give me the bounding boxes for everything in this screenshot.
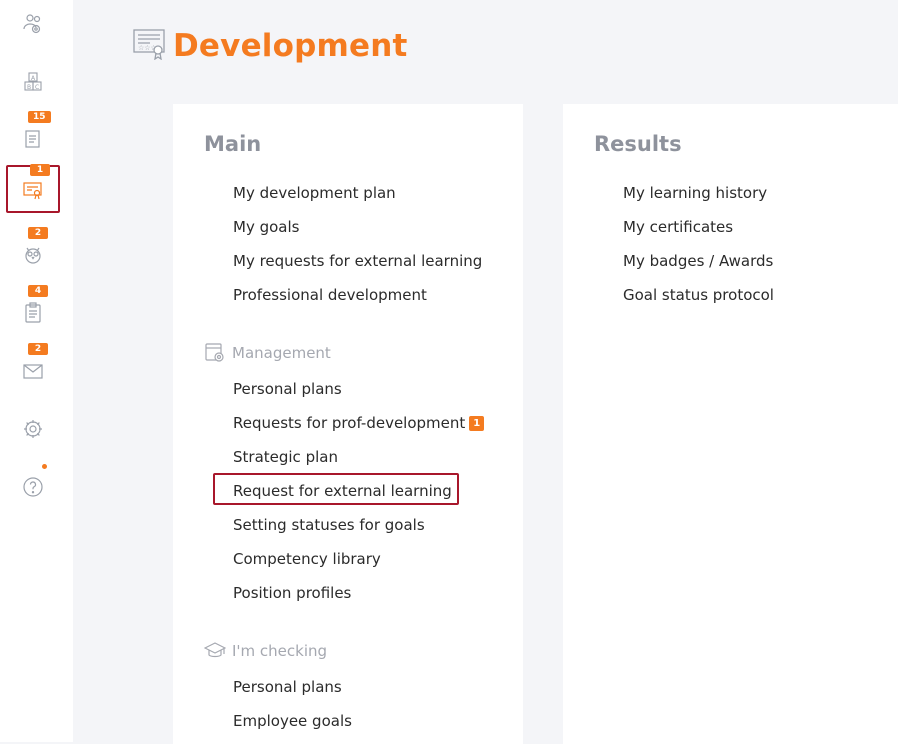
link-competency-library[interactable]: Competency library bbox=[233, 550, 381, 568]
documents-badge: 15 bbox=[28, 111, 51, 123]
link-requests-prof-development[interactable]: Requests for prof-development bbox=[233, 414, 465, 432]
link-requests-prof-development-row[interactable]: Requests for prof-development 1 bbox=[233, 414, 485, 432]
link-my-certificates[interactable]: My certificates bbox=[623, 218, 733, 236]
link-my-learning-history[interactable]: My learning history bbox=[623, 184, 767, 202]
sidebar-item-settings[interactable] bbox=[6, 405, 60, 453]
sidebar-item-help[interactable] bbox=[6, 463, 60, 511]
svg-text:C: C bbox=[35, 84, 39, 91]
link-my-badges-awards[interactable]: My badges / Awards bbox=[623, 252, 773, 270]
checking-title: I'm checking bbox=[232, 642, 328, 660]
development-badge: 1 bbox=[30, 164, 50, 176]
envelope-icon bbox=[23, 364, 43, 379]
sidebar-item-tasks[interactable]: 4 bbox=[6, 285, 60, 336]
sidebar-item-owl[interactable]: 2 bbox=[6, 227, 60, 278]
link-employee-goals[interactable]: Employee goals bbox=[233, 712, 352, 730]
svg-text:B: B bbox=[27, 84, 31, 91]
tasks-badge: 4 bbox=[28, 285, 48, 297]
people-gear-icon bbox=[23, 14, 41, 34]
sidebar-item-development[interactable]: 1 bbox=[6, 164, 60, 213]
link-professional-development[interactable]: Professional development bbox=[233, 286, 427, 304]
question-icon bbox=[23, 477, 43, 497]
messages-badge: 2 bbox=[28, 343, 48, 355]
link-my-development-plan[interactable]: My development plan bbox=[233, 184, 396, 202]
management-subhead: Management bbox=[204, 342, 331, 364]
sidebar: A B C 15 1 2 4 2 bbox=[0, 0, 73, 742]
management-title: Management bbox=[232, 344, 331, 362]
folder-gear-icon bbox=[205, 343, 224, 362]
link-position-profiles[interactable]: Position profiles bbox=[233, 584, 351, 602]
link-setting-statuses-goals[interactable]: Setting statuses for goals bbox=[233, 516, 425, 534]
certificate-icon: ☆☆☆ bbox=[133, 29, 165, 60]
main-panel: Main My development plan My goals My req… bbox=[173, 104, 523, 744]
requests-prof-development-badge: 1 bbox=[469, 416, 485, 431]
help-notification-dot bbox=[42, 464, 47, 469]
link-goal-status-protocol[interactable]: Goal status protocol bbox=[623, 286, 774, 304]
sidebar-item-documents[interactable]: 15 bbox=[6, 111, 60, 162]
owl-icon bbox=[25, 247, 41, 264]
sidebar-item-team[interactable] bbox=[6, 0, 60, 48]
gear-icon bbox=[24, 420, 42, 438]
main-section-title: Main bbox=[204, 132, 262, 156]
link-personal-plans[interactable]: Personal plans bbox=[233, 380, 342, 398]
document-icon bbox=[25, 130, 40, 148]
link-request-external-learning[interactable]: Request for external learning bbox=[233, 482, 452, 500]
sidebar-item-messages[interactable]: 2 bbox=[6, 343, 60, 394]
link-my-requests-external-learning[interactable]: My requests for external learning bbox=[233, 252, 482, 270]
abc-blocks-icon: A B C bbox=[24, 72, 42, 91]
link-strategic-plan[interactable]: Strategic plan bbox=[233, 448, 338, 466]
graduation-cap-icon bbox=[204, 642, 226, 658]
owl-badge: 2 bbox=[28, 227, 48, 239]
checking-subhead: I'm checking bbox=[204, 640, 327, 662]
link-my-goals[interactable]: My goals bbox=[233, 218, 299, 236]
link-checking-personal-plans[interactable]: Personal plans bbox=[233, 678, 342, 696]
page-title: Development bbox=[173, 28, 408, 64]
results-panel: Results My learning history My certifica… bbox=[563, 104, 898, 744]
results-section-title: Results bbox=[594, 132, 682, 156]
clipboard-icon bbox=[25, 302, 41, 323]
sidebar-item-courses[interactable]: A B C bbox=[6, 58, 60, 106]
certificate-icon bbox=[23, 182, 42, 200]
